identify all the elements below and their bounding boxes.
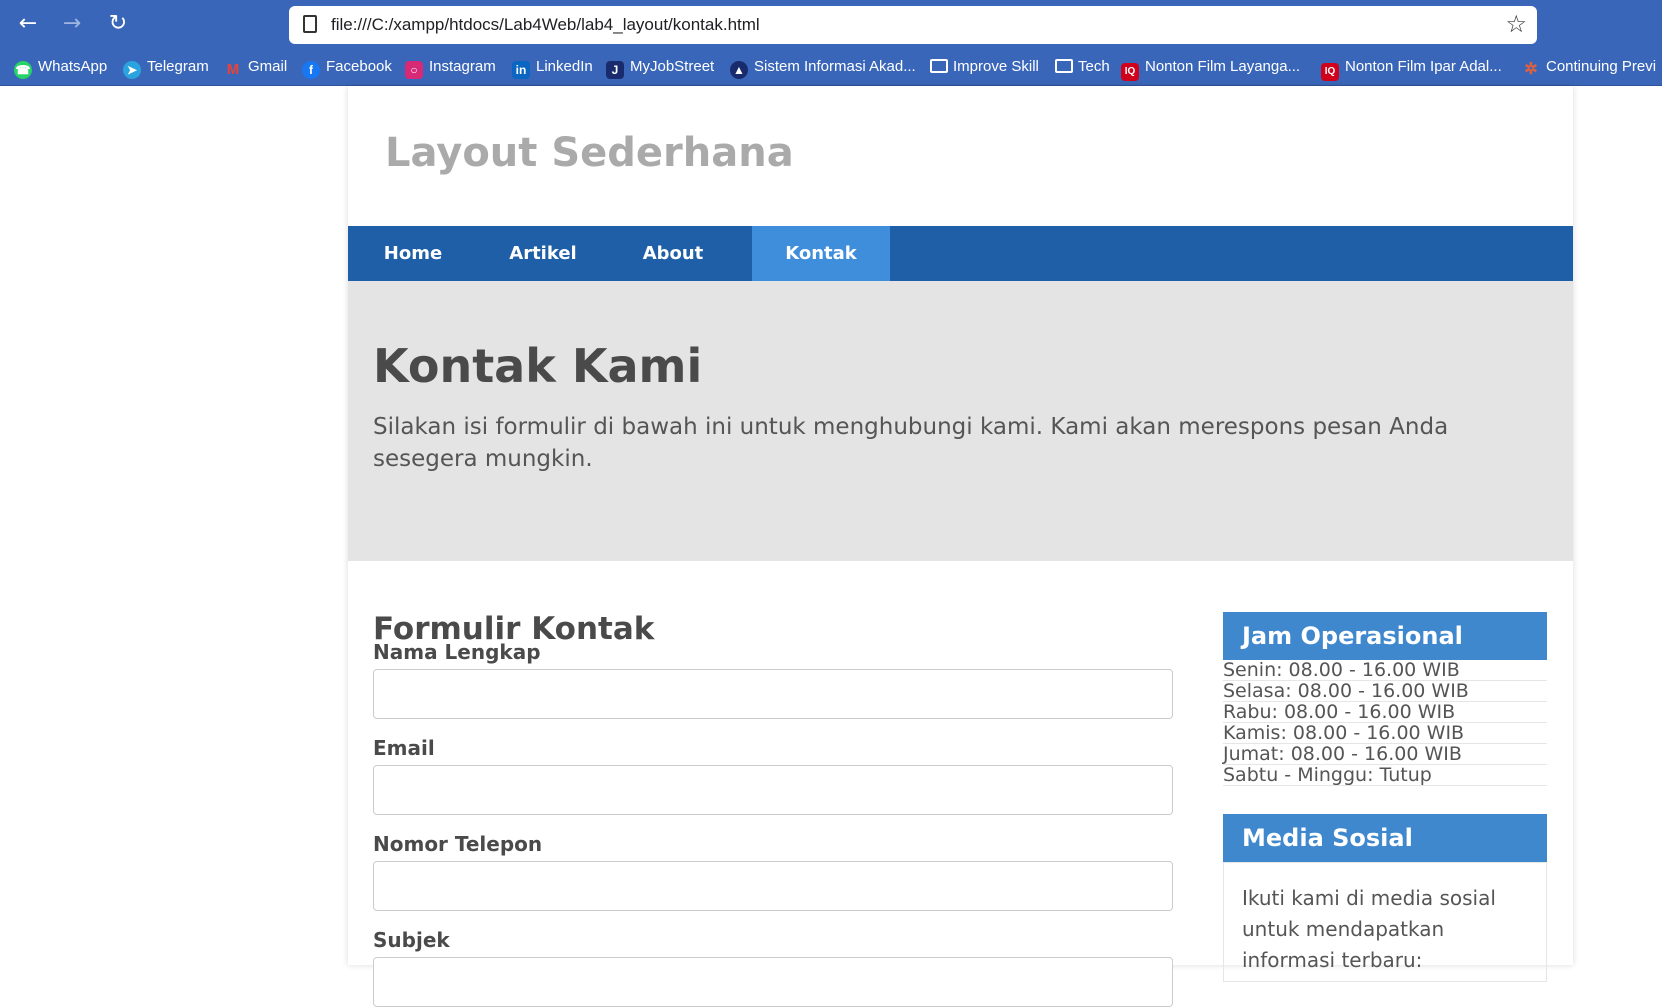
hours-title: Jam Operasional <box>1223 612 1547 660</box>
bookmark-facebook[interactable]: f Facebook <box>302 48 392 85</box>
url-text[interactable]: file:///C:/xampp/htdocs/Lab4Web/lab4_lay… <box>331 15 760 35</box>
subject-label: Subjek <box>373 928 450 952</box>
page-heading: Kontak Kami <box>373 339 703 393</box>
browser-toolbar: ← → ↻ file:///C:/xampp/htdocs/Lab4Web/la… <box>0 0 1662 48</box>
bookmark-nonton-layangan[interactable]: IQ Nonton Film Layanga... <box>1121 48 1300 85</box>
hours-item: Rabu: 08.00 - 16.00 WIB <box>1223 702 1547 723</box>
bookmark-linkedin[interactable]: in LinkedIn <box>512 48 593 85</box>
instagram-icon: ○ <box>405 61 423 79</box>
folder-icon <box>1055 59 1073 73</box>
hours-item: Jumat: 08.00 - 16.00 WIB <box>1223 744 1547 765</box>
bookmark-continuing[interactable]: ✲ Continuing Previ <box>1522 48 1656 85</box>
facebook-icon: f <box>302 61 320 79</box>
gmail-icon: M <box>226 61 240 78</box>
bookmark-instagram[interactable]: ○ Instagram <box>405 48 496 85</box>
jobstreet-icon: J <box>606 61 624 79</box>
bookmark-improve-skill[interactable]: Improve Skill <box>930 48 1039 85</box>
nav-about[interactable]: About <box>608 226 738 281</box>
iq-icon: IQ <box>1121 63 1139 81</box>
phone-label: Nomor Telepon <box>373 832 543 856</box>
name-label: Nama Lengkap <box>373 640 541 664</box>
folder-icon <box>930 59 948 73</box>
email-input[interactable] <box>373 765 1173 815</box>
hours-item: Kamis: 08.00 - 16.00 WIB <box>1223 723 1547 744</box>
site-title: Layout Sederhana <box>385 130 794 176</box>
address-bar[interactable]: file:///C:/xampp/htdocs/Lab4Web/lab4_lay… <box>289 6 1537 44</box>
social-description: Ikuti kami di media sosial untuk mendapa… <box>1223 862 1547 982</box>
nav-artikel[interactable]: Artikel <box>478 226 608 281</box>
reload-icon[interactable]: ↻ <box>104 10 132 38</box>
phone-input[interactable] <box>373 861 1173 911</box>
bookmark-telegram[interactable]: ➤ Telegram <box>123 48 209 85</box>
university-icon: ▲ <box>730 61 748 79</box>
iq-icon: IQ <box>1321 63 1339 81</box>
bookmark-myjobstreet[interactable]: J MyJobStreet <box>606 48 714 85</box>
bookmark-star-icon[interactable]: ☆ <box>1505 10 1527 38</box>
hero-description: Silakan isi formulir di bawah ini untuk … <box>373 414 1449 472</box>
bookmark-sistem-informasi[interactable]: ▲ Sistem Informasi Akad... <box>730 48 916 85</box>
bookmarks-bar: ☎ WhatsApp ➤ Telegram M Gmail f Facebook ○ In… <box>0 48 1662 86</box>
nav-kontak[interactable]: Kontak <box>752 226 890 281</box>
file-icon <box>303 15 317 33</box>
forward-arrow-icon[interactable]: → <box>58 10 86 38</box>
whatsapp-icon: ☎ <box>14 61 32 79</box>
social-title: Media Sosial <box>1223 814 1547 862</box>
name-input[interactable] <box>373 669 1173 719</box>
nav-home[interactable]: Home <box>348 226 478 281</box>
bookmark-nonton-ipar[interactable]: IQ Nonton Film Ipar Adal... <box>1321 48 1502 85</box>
linkedin-icon: in <box>512 61 530 79</box>
hours-item: Sabtu - Minggu: Tutup <box>1223 765 1547 786</box>
hero-section: Kontak Kami Silakan isi formulir di bawa… <box>348 281 1573 561</box>
social-widget: Media Sosial Ikuti kami di media sosial … <box>1223 814 1547 982</box>
telegram-icon: ➤ <box>123 61 141 79</box>
hours-widget: Jam Operasional Senin: 08.00 - 16.00 WIB… <box>1223 612 1547 786</box>
page-container: Layout Sederhana Home Artikel About Kont… <box>348 86 1573 1007</box>
hours-list: Senin: 08.00 - 16.00 WIB Selasa: 08.00 -… <box>1223 660 1547 786</box>
hours-item: Senin: 08.00 - 16.00 WIB <box>1223 660 1547 681</box>
bookmark-gmail[interactable]: M Gmail <box>224 48 287 85</box>
bookmark-whatsapp[interactable]: ☎ WhatsApp <box>14 48 107 85</box>
bookmark-tech[interactable]: Tech <box>1055 48 1110 85</box>
hours-item: Selasa: 08.00 - 16.00 WIB <box>1223 681 1547 702</box>
back-arrow-icon[interactable]: ← <box>14 10 42 38</box>
sparkle-icon: ✲ <box>1524 61 1538 78</box>
email-label: Email <box>373 736 435 760</box>
main-nav: Home Artikel About Kontak <box>348 226 1573 281</box>
